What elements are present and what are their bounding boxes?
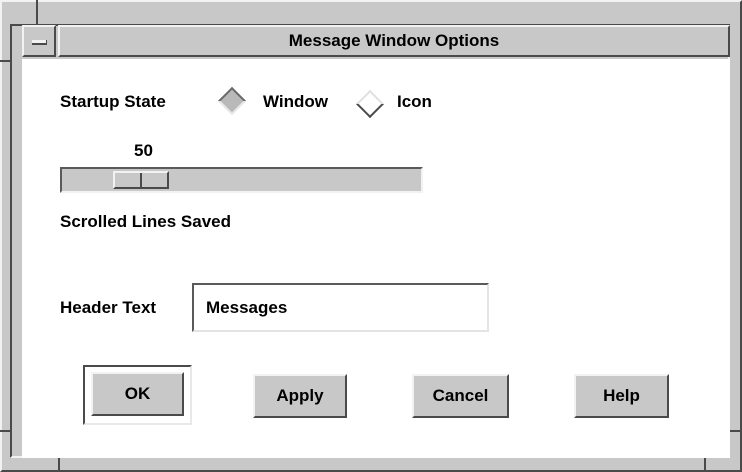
window-menu-icon (32, 40, 47, 45)
resize-corner-left-bottom[interactable] (0, 430, 12, 432)
radio-selected-icon (217, 86, 247, 116)
window-title: Message Window Options (288, 31, 500, 50)
cancel-button[interactable]: Cancel (412, 374, 509, 418)
header-text-label: Header Text (60, 298, 157, 317)
help-button[interactable]: Help (574, 374, 669, 418)
radio-icon[interactable]: Icon (354, 86, 454, 120)
radio-unselected-icon (355, 89, 385, 119)
radio-icon-label: Icon (397, 92, 432, 111)
scale-label: Scrolled Lines Saved (60, 212, 232, 231)
startup-state-label: Startup State (60, 92, 166, 111)
radio-window[interactable]: Window (217, 86, 368, 116)
header-text-field[interactable] (192, 283, 489, 332)
radio-window-label: Window (263, 92, 328, 111)
scrolled-lines-scale[interactable] (60, 167, 423, 193)
scale-value: 50 (134, 141, 153, 160)
resize-corner-left-top[interactable] (0, 60, 12, 62)
apply-button[interactable]: Apply (253, 374, 347, 418)
resize-corner-top-left[interactable] (36, 0, 38, 26)
ok-button[interactable]: OK (91, 372, 184, 416)
scale-thumb-divider (140, 173, 142, 187)
window-menu-button[interactable] (22, 25, 56, 57)
title-bar[interactable]: Message Window Options (58, 25, 730, 57)
resize-corner-right-bottom[interactable] (730, 430, 742, 432)
scale-thumb[interactable] (113, 171, 169, 189)
resize-corner-bottom-right[interactable] (704, 458, 706, 472)
resize-corner-bottom-left[interactable] (58, 458, 60, 472)
